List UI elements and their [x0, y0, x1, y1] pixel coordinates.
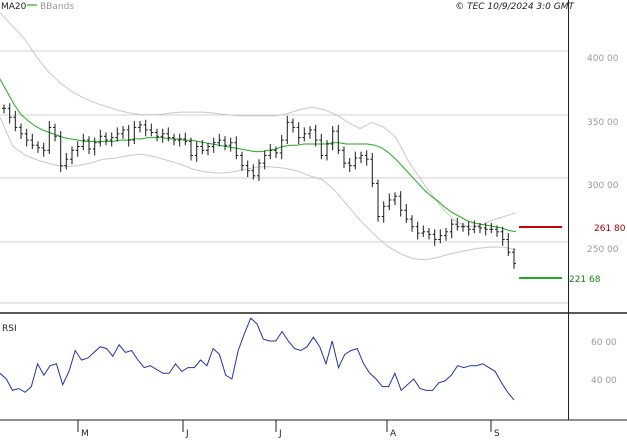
ma-legend-label: MA20 [1, 2, 27, 12]
price-tick-label: 350 00 [587, 118, 619, 128]
rsi-tick-label: 60 00 [591, 338, 617, 348]
month-label: J [278, 429, 282, 439]
month-label: J [185, 429, 189, 439]
price-layer [2, 103, 516, 269]
price-tick-label: 300 00 [587, 181, 619, 191]
x-axis: M J J A S [77, 420, 500, 439]
price-tick-label: 400 00 [587, 54, 619, 64]
month-label: S [494, 429, 500, 439]
rsi-panel: RSI 60 00 40 00 [0, 317, 627, 421]
price-tick-label: 250 00 [587, 245, 619, 255]
month-label: A [390, 429, 397, 439]
support-label: 221 68 [569, 275, 601, 285]
bbands-layer [0, 12, 517, 261]
rsi-tick-label: 40 00 [591, 376, 617, 386]
rsi-title: RSI [2, 324, 17, 334]
copyright-label: © TEC 10/9/2024 3:0 GMT [455, 2, 575, 12]
bbands-legend-label: BBands [40, 2, 74, 12]
price-panel [0, 0, 627, 420]
bbands-lower-line [0, 116, 517, 261]
rsi-layer [0, 317, 515, 401]
bbands-upper-line [0, 12, 517, 228]
resistance-label: 261 80 [594, 224, 626, 234]
chart-canvas: 400 00 350 00 300 00 250 00 MA20 BBands … [0, 0, 627, 439]
rsi-line [0, 317, 515, 401]
month-label: M [81, 429, 89, 439]
